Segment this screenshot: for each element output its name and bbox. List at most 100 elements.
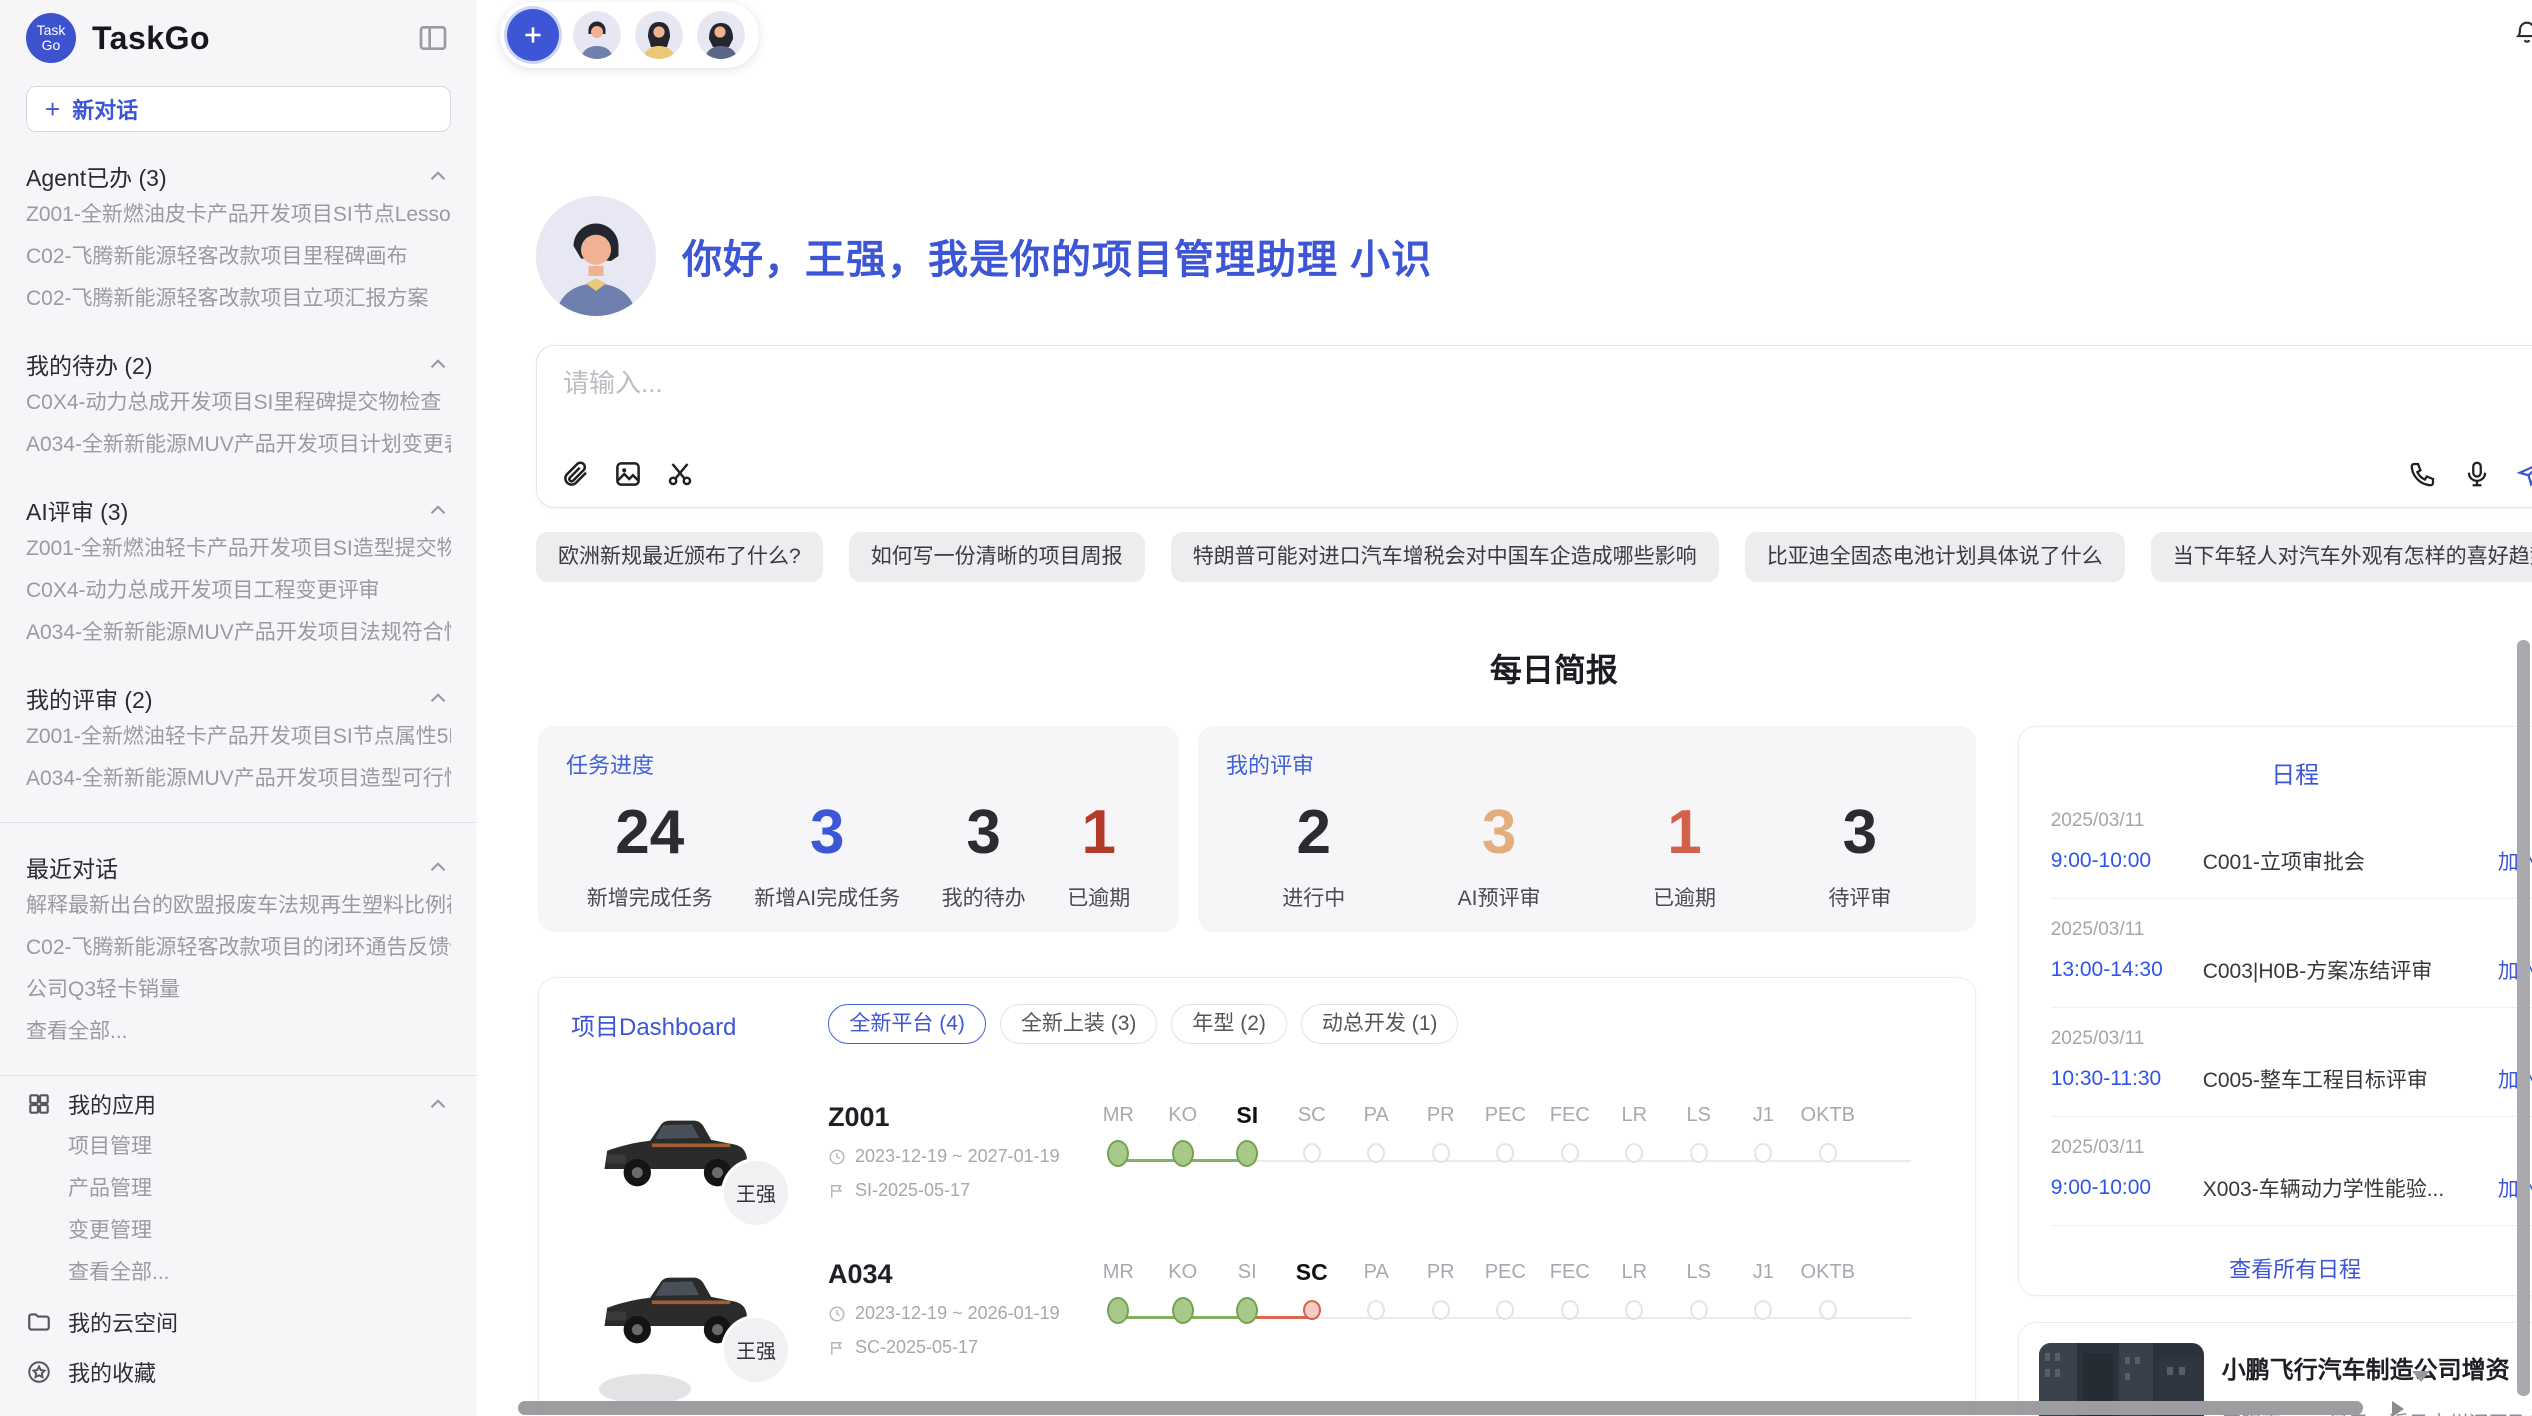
- event-name: X003-车辆动力学性能验...: [2203, 1173, 2498, 1203]
- sidebar-item[interactable]: C0X4-动力总成开发项目工程变更评审: [26, 570, 451, 612]
- suggestion-chip[interactable]: 特朗普可能对进口汽车增税会对中国车企造成哪些影响: [1171, 532, 1719, 582]
- project-owner-badge: 王强: [724, 1318, 788, 1382]
- scissors-icon[interactable]: [665, 459, 695, 489]
- tab-powertrain[interactable]: 动总开发 (1): [1301, 1004, 1459, 1044]
- image-icon[interactable]: [613, 459, 643, 489]
- milestone-label: KO: [1151, 1097, 1216, 1133]
- sidebar-item[interactable]: 公司Q3轻卡销量: [26, 969, 451, 1011]
- sidebar-item[interactable]: A034-全新新能源MUV产品开发项目造型可行性评审: [26, 758, 451, 800]
- dashboard-header: 项目Dashboard 全新平台 (4) 全新上装 (3) 年型 (2) 动总开…: [571, 1004, 1943, 1044]
- milestone-dot: [1107, 1297, 1129, 1324]
- view-all-schedule-link[interactable]: 查看所有日程: [2051, 1252, 2532, 1284]
- stat-value: 1: [1067, 790, 1130, 876]
- stat-label: 待评审: [1828, 882, 1891, 912]
- star-circle-icon: [26, 1359, 52, 1385]
- assistant-avatar[interactable]: [697, 11, 745, 59]
- milestone-dot: [1690, 1300, 1708, 1320]
- sidebar-item-change-mgmt[interactable]: 变更管理: [26, 1210, 451, 1252]
- project-row[interactable]: 王强 Z001 2023-12-19 ~ 2027-01-19 SI-2025-…: [571, 1102, 1943, 1201]
- stat-value: 2: [1282, 790, 1345, 876]
- milestone-label: J1: [1731, 1097, 1796, 1133]
- event-date: 2025/03/11: [2051, 1137, 2532, 1159]
- sidebar-item[interactable]: A034-全新新能源MUV产品开发项目法规符合性评审: [26, 612, 451, 654]
- sidebar-item[interactable]: C02-飞腾新能源轻客改款项目立项汇报方案: [26, 278, 451, 320]
- sidebar-item-cloud-space[interactable]: 我的云空间: [26, 1300, 451, 1344]
- sidebar: Task Go TaskGo + 新对话 Agent已办 (3) Z001-全新…: [0, 0, 477, 1416]
- stat-value: 3: [1828, 790, 1891, 876]
- suggestion-chip[interactable]: 欧洲新规最近颁布了什么?: [536, 532, 823, 582]
- milestone-dot: [1367, 1143, 1385, 1163]
- sidebar-divider: [0, 822, 477, 823]
- microphone-icon[interactable]: [2462, 459, 2492, 489]
- chat-input[interactable]: [563, 368, 1951, 399]
- scroll-right-arrow[interactable]: [2392, 1401, 2404, 1416]
- schedule-event: 2025/03/11 9:00-10:00 C001-立项审批会 加入: [2051, 790, 2532, 899]
- sidebar-item[interactable]: 解释最新出台的欧盟报废车法规再生塑料比例被调至15%...: [26, 885, 451, 927]
- project-row[interactable]: 王强 A034 2023-12-19 ~ 2026-01-19 SC-2025-…: [571, 1259, 1943, 1358]
- project-info: Z001 2023-12-19 ~ 2027-01-19 SI-2025-05-…: [828, 1102, 1086, 1201]
- sidebar-item-project-mgmt[interactable]: 项目管理: [26, 1126, 451, 1168]
- vertical-scrollbar-thumb[interactable]: [2517, 640, 2530, 1396]
- suggestion-chip[interactable]: 比亚迪全固态电池计划具体说了什么: [1745, 532, 2125, 582]
- suggestion-chip[interactable]: 当下年轻人对汽车外观有怎样的喜好趋势: [2151, 532, 2532, 582]
- sidebar-item[interactable]: C02-飞腾新能源轻客改款项目的闭环通告反馈情况: [26, 927, 451, 969]
- chevron-up-icon[interactable]: [425, 163, 451, 189]
- chevron-up-icon[interactable]: [425, 497, 451, 523]
- section-my-todo: 我的待办 (2): [26, 346, 451, 382]
- sidebar-collapse-icon[interactable]: [417, 22, 449, 54]
- stat-label: 进行中: [1282, 882, 1345, 912]
- milestone-label: FEC: [1538, 1097, 1603, 1133]
- scroll-down-indicator[interactable]: [2412, 1371, 2430, 1382]
- send-icon[interactable]: [2516, 459, 2532, 489]
- paperclip-icon[interactable]: [561, 459, 591, 489]
- assistant-avatar[interactable]: [573, 11, 621, 59]
- milestone-dot: [1819, 1300, 1837, 1320]
- daily-briefing-title: 每日简报: [1490, 645, 1618, 691]
- event-date: 2025/03/11: [2051, 810, 2532, 832]
- sidebar-item[interactable]: C02-飞腾新能源轻客改款项目里程碑画布: [26, 236, 451, 278]
- app-logo: Task Go: [26, 13, 76, 63]
- chevron-up-icon[interactable]: [425, 1091, 451, 1117]
- section-agent-done: Agent已办 (3): [26, 158, 451, 194]
- chevron-up-icon[interactable]: [425, 854, 451, 880]
- milestone-label: PA: [1344, 1254, 1409, 1290]
- milestone-dot: [1107, 1140, 1129, 1167]
- assistant-avatar[interactable]: [635, 11, 683, 59]
- phone-icon[interactable]: [2408, 459, 2438, 489]
- horizontal-scrollbar[interactable]: [516, 1401, 2532, 1415]
- stat-ai-pre-review: 3 AI预评审: [1458, 790, 1541, 912]
- horizontal-scrollbar-thumb[interactable]: [518, 1401, 2363, 1415]
- sidebar-item[interactable]: Z001-全新燃油皮卡产品开发项目SI节点Lesson Learn报告: [26, 194, 451, 236]
- sidebar-item[interactable]: A034-全新新能源MUV产品开发项目计划变更表编写: [26, 424, 451, 466]
- sidebar-item[interactable]: Z001-全新燃油轻卡产品开发项目SI节点属性5D文件评审: [26, 716, 451, 758]
- tab-new-body[interactable]: 全新上装 (3): [1000, 1004, 1158, 1044]
- project-dates: 2023-12-19 ~ 2026-01-19: [828, 1303, 1086, 1324]
- event-name: C003|H0B-方案冻结评审: [2203, 955, 2498, 985]
- flag-milestone: SC-2025-05-17: [855, 1337, 978, 1358]
- view-all-apps[interactable]: 查看全部...: [26, 1252, 451, 1294]
- tab-new-platform[interactable]: 全新平台 (4): [828, 1004, 986, 1044]
- section-my-review: 我的评审 (2): [26, 680, 451, 716]
- section-my-apps[interactable]: 我的应用: [26, 1082, 451, 1126]
- chevron-up-icon[interactable]: [425, 351, 451, 377]
- sidebar-item-favorites[interactable]: 我的收藏: [26, 1350, 451, 1394]
- stat-in-progress: 2 进行中: [1282, 790, 1345, 912]
- event-name: C005-整车工程目标评审: [2203, 1064, 2498, 1094]
- stat-my-todo: 3 我的待办: [942, 790, 1026, 912]
- chevron-up-icon[interactable]: [425, 685, 451, 711]
- notification-bell-icon[interactable]: [2513, 18, 2532, 46]
- sidebar-item-product-mgmt[interactable]: 产品管理: [26, 1168, 451, 1210]
- add-assistant-button[interactable]: [507, 9, 559, 61]
- sidebar-item[interactable]: Z001-全新燃油轻卡产品开发项目SI造型提交物评审: [26, 528, 451, 570]
- topbar-right: 王强: [2513, 6, 2532, 58]
- app-title: TaskGo: [92, 20, 210, 57]
- logo-text-bottom: Go: [42, 38, 61, 53]
- new-chat-button[interactable]: + 新对话: [26, 86, 451, 132]
- stat-label: AI预评审: [1458, 882, 1541, 912]
- milestone-label: PR: [1409, 1097, 1474, 1133]
- suggestion-chip[interactable]: 如何写一份清晰的项目周报: [849, 532, 1145, 582]
- sidebar-item[interactable]: C0X4-动力总成开发项目SI里程碑提交物检查: [26, 382, 451, 424]
- view-all-conversations[interactable]: 查看全部...: [26, 1011, 451, 1053]
- tab-year-model[interactable]: 年型 (2): [1171, 1004, 1287, 1044]
- milestone-dot: [1432, 1143, 1450, 1163]
